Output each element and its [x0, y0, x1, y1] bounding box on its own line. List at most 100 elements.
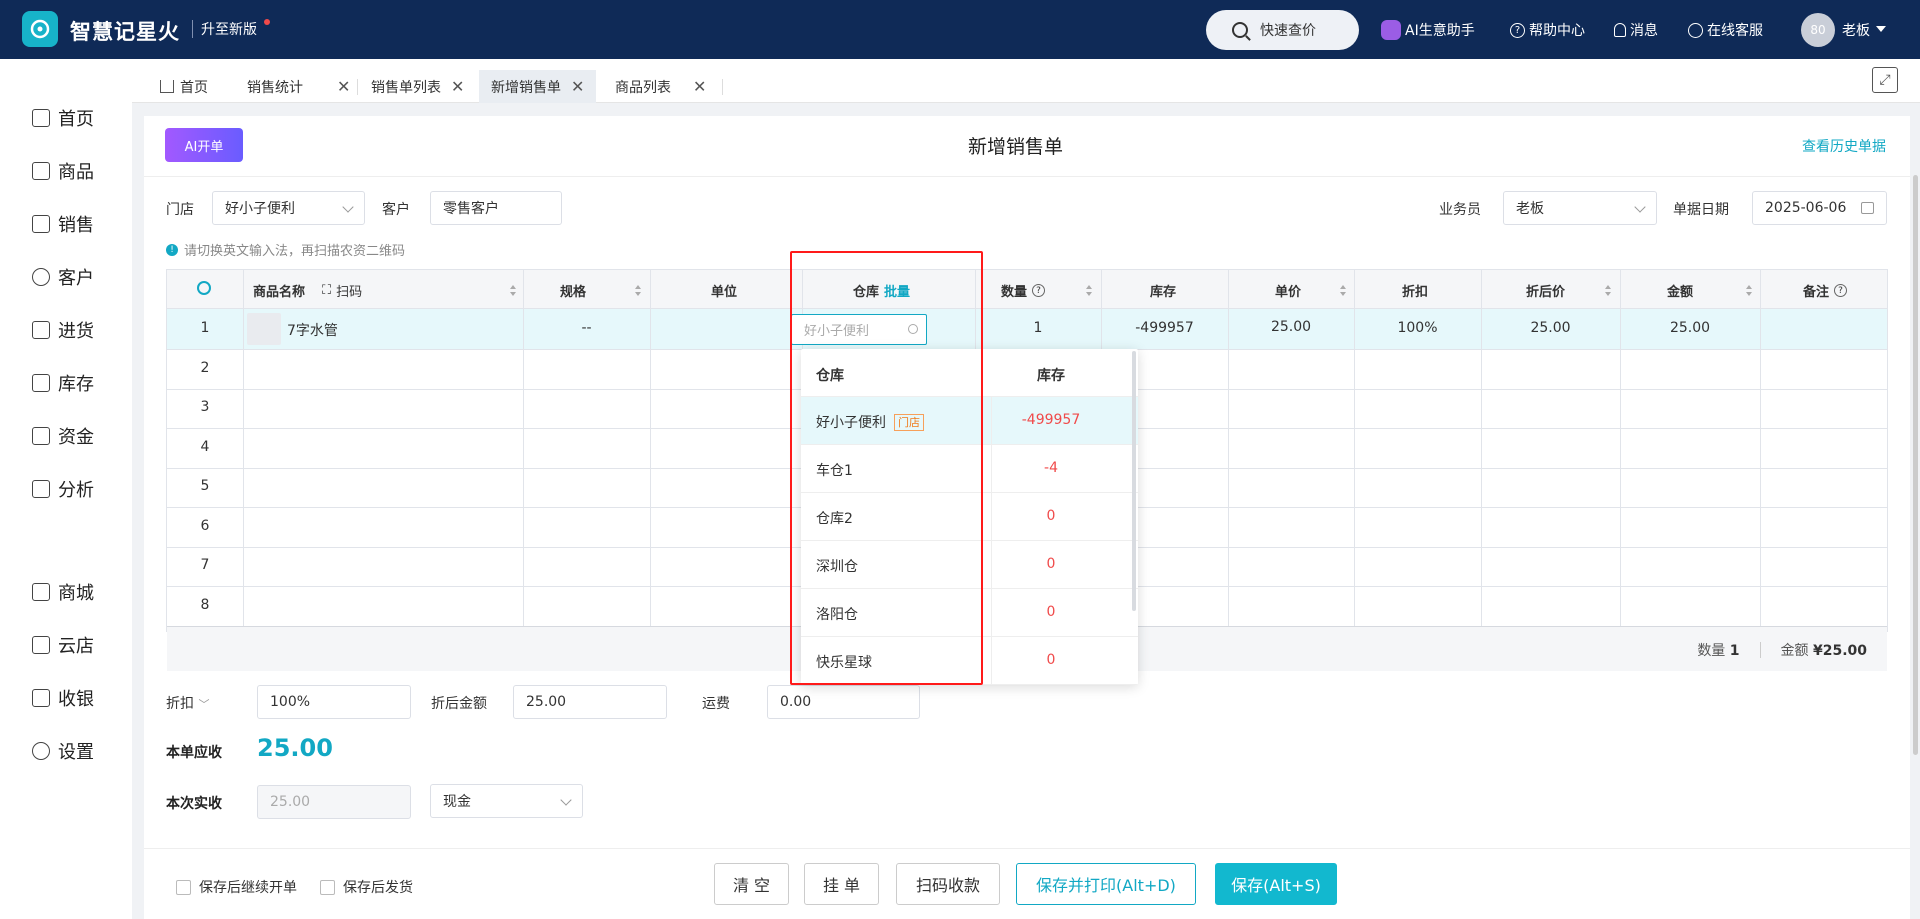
discount-input[interactable]: 100% [257, 685, 411, 719]
warehouse-stock: -4 [1044, 460, 1058, 476]
sort-icon[interactable] [635, 285, 642, 296]
fullscreen-icon[interactable]: ⤢ [1872, 67, 1898, 93]
checkbox-box[interactable] [320, 879, 335, 895]
sidebar-item-inventory[interactable]: 库存 [32, 370, 94, 396]
checkbox-box[interactable] [176, 879, 191, 895]
chevron-down-icon [1634, 201, 1646, 213]
sidebar-item-analysis[interactable]: 分析 [32, 476, 94, 502]
salesman-select[interactable]: 老板 [1503, 191, 1657, 225]
scan-icon[interactable]: ⛶ [322, 283, 331, 298]
sidebar-item-home[interactable]: 首页 [32, 105, 94, 131]
header-qty[interactable]: 数量? [1001, 281, 1099, 300]
after-amount-input[interactable]: 25.00 [513, 685, 667, 719]
upgrade-link[interactable]: 升至新版 [201, 19, 257, 39]
continue-after-save-checkbox[interactable]: 保存后继续开单 [176, 877, 297, 897]
home-icon [160, 80, 174, 93]
header-after-price[interactable]: 折后价 [1526, 281, 1618, 300]
scan-label[interactable]: 扫码 [336, 281, 362, 300]
column-settings-button[interactable] [197, 281, 211, 295]
dropdown-scrollbar[interactable] [1132, 351, 1136, 611]
money-icon [32, 427, 50, 445]
close-icon[interactable]: ✕ [693, 77, 706, 96]
amount-cell[interactable]: 25.00 [1620, 320, 1760, 336]
freight-label: 运费 [702, 696, 730, 712]
sidebar-item-products[interactable]: 商品 [32, 158, 94, 184]
sort-icon[interactable] [510, 285, 517, 296]
calendar-icon [1861, 202, 1874, 214]
summary-qty-label: 数量 [1697, 643, 1726, 659]
date-picker[interactable]: 2025-06-06 [1752, 191, 1887, 225]
discount-label[interactable]: 折扣 ﹀ [166, 693, 209, 713]
header-product-name[interactable]: 商品名称 ⛶ 扫码 [253, 281, 517, 300]
warehouse-icon [32, 374, 50, 392]
sort-icon[interactable] [1086, 285, 1093, 296]
sort-icon[interactable] [1746, 285, 1753, 296]
save-button[interactable]: 保存(Alt+S) [1215, 863, 1337, 905]
store-select[interactable]: 好小子便利 [212, 191, 365, 225]
sidebar-item-cashier[interactable]: 收银 [32, 685, 94, 711]
stock-cell: -499957 [1135, 320, 1194, 336]
payment-method-select[interactable]: 现金 [430, 784, 583, 818]
header-amount[interactable]: 金额 [1667, 281, 1759, 300]
help-center-link[interactable]: ? 帮助中心 [1510, 20, 1585, 40]
warehouse-stock: -499957 [1021, 412, 1081, 428]
sidebar-item-settings[interactable]: 设置 [32, 738, 94, 764]
scan-pay-button[interactable]: 扫码收款 [896, 863, 1000, 905]
user-name[interactable]: 老板 [1842, 20, 1870, 40]
online-support-link[interactable]: 在线客服 [1688, 20, 1763, 40]
help-icon[interactable]: ? [1834, 284, 1848, 297]
header-spec[interactable]: 规格 [560, 281, 648, 300]
ai-assistant-link[interactable]: AI生意助手 [1381, 20, 1475, 40]
help-icon[interactable]: ? [1032, 284, 1046, 297]
header-label: 折扣 [1402, 285, 1429, 300]
sidebar-item-cloud-store[interactable]: 云店 [32, 632, 94, 658]
discount-cell[interactable]: 100% [1354, 320, 1481, 336]
history-orders-link[interactable]: 查看历史单据 [1802, 136, 1886, 156]
quick-price-search-button[interactable]: 快速查价 [1206, 10, 1359, 50]
customer-field[interactable]: 零售客户 [430, 191, 562, 225]
after-amount-value: 25.00 [526, 694, 567, 710]
product-name[interactable]: 7字水管 [287, 320, 338, 340]
freight-input[interactable]: 0.00 [767, 685, 920, 719]
avatar[interactable]: 80 [1801, 13, 1835, 47]
ai-create-order-button[interactable]: AI开单 [165, 128, 243, 162]
title-divider [144, 176, 1910, 177]
save-print-button[interactable]: 保存并打印(Alt+D) [1016, 863, 1196, 905]
tab-home[interactable]: 首页 [148, 70, 220, 103]
close-icon[interactable]: ✕ [571, 77, 584, 96]
salesman-value: 老板 [1516, 201, 1544, 217]
page-scrollbar[interactable] [1913, 175, 1918, 755]
app-title: 智慧记星火 [70, 20, 180, 44]
sidebar-item-funds[interactable]: 资金 [32, 423, 94, 449]
close-icon[interactable]: ✕ [451, 77, 464, 96]
hold-order-button[interactable]: 挂 单 [804, 863, 879, 905]
product-spec: -- [581, 320, 592, 336]
sidebar-item-mall[interactable]: 商城 [32, 579, 94, 605]
tab-new-sales-order[interactable]: 新增销售单 ✕ [479, 70, 597, 103]
tab-label: 首页 [180, 79, 208, 96]
caret-down-icon[interactable] [1876, 26, 1886, 32]
sort-icon[interactable] [1605, 285, 1612, 296]
ship-after-save-checkbox[interactable]: 保存后发货 [320, 877, 413, 897]
row-number: 6 [200, 518, 210, 534]
product-thumbnail[interactable] [247, 313, 281, 345]
qty-cell[interactable]: 1 [975, 320, 1101, 336]
after-price-cell[interactable]: 25.00 [1481, 320, 1620, 336]
tab-sales-order-list[interactable]: 销售单列表 ✕ [359, 70, 476, 103]
header-price[interactable]: 单价 [1275, 281, 1353, 300]
tab-product-list[interactable]: 商品列表 ✕ [603, 70, 718, 103]
sidebar-item-sales[interactable]: 销售 [32, 211, 94, 237]
sidebar-item-customers[interactable]: 客户 [32, 264, 94, 290]
sidebar-item-purchase[interactable]: 进货 [32, 317, 94, 343]
sort-icon[interactable] [1340, 285, 1347, 296]
price-cell[interactable]: 25.00 [1228, 319, 1354, 335]
header-label: 数量 [1001, 285, 1028, 300]
messages-link[interactable]: 消息 [1614, 20, 1658, 40]
tab-sales-stats[interactable]: 销售统计 ✕ [235, 70, 362, 103]
date-label: 单据日期 [1673, 202, 1729, 218]
close-icon[interactable]: ✕ [337, 77, 350, 96]
ai-assistant-label: AI生意助手 [1405, 23, 1475, 39]
clear-button[interactable]: 清 空 [714, 863, 789, 905]
chevron-down-icon [342, 201, 354, 213]
app-logo-icon[interactable] [22, 11, 58, 47]
